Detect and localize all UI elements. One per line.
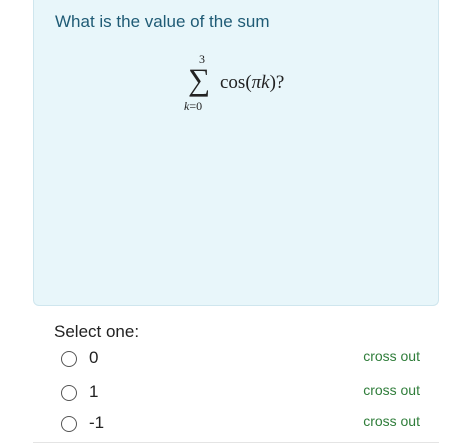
answer-box-edge (33, 442, 439, 448)
question-text: What is the value of the sum (55, 12, 270, 31)
select-one-label: Select one: (54, 322, 140, 341)
sum-formula: 3 ∑ k=0 cos(πk)? (179, 52, 329, 116)
summand-suffix: )? (269, 72, 285, 93)
summand: cos(πk)? (220, 72, 284, 94)
sum-start: =0 (189, 99, 203, 113)
cross-out-link-2[interactable]: cross out (363, 413, 420, 429)
answer-option-0[interactable]: 0 cross out (54, 348, 434, 376)
cross-out-link-1[interactable]: cross out (363, 382, 420, 398)
option-label-0[interactable]: 0 (89, 348, 98, 368)
quiz-page: What is the value of the sum 3 ∑ k=0 cos… (0, 0, 474, 448)
sum-lower-limit: k=0 (184, 99, 202, 114)
summand-argument: πk (251, 72, 270, 93)
option-label-2[interactable]: -1 (89, 413, 104, 433)
answer-option-2[interactable]: -1 cross out (54, 413, 434, 441)
radio-option-0[interactable] (61, 351, 77, 367)
radio-option-1[interactable] (61, 385, 77, 401)
option-label-1[interactable]: 1 (89, 382, 98, 402)
summand-prefix: cos( (220, 72, 252, 93)
radio-option-2[interactable] (61, 416, 77, 432)
cross-out-link-0[interactable]: cross out (363, 348, 420, 364)
question-box: What is the value of the sum 3 ∑ k=0 cos… (33, 0, 439, 306)
sigma-symbol: ∑ (188, 62, 211, 97)
answer-option-1[interactable]: 1 cross out (54, 382, 434, 410)
